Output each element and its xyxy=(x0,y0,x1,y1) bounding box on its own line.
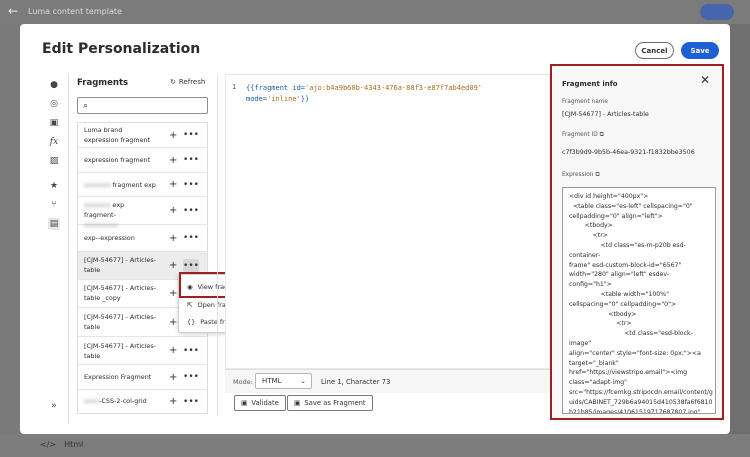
button-label: Save as Fragment xyxy=(304,399,366,407)
context-icon[interactable]: ▣ xyxy=(48,117,60,129)
divider xyxy=(217,74,218,416)
redacted-text: xxxxxxx xyxy=(84,181,111,189)
add-fragment-button[interactable]: + xyxy=(169,155,177,166)
search-icon: ⌕ xyxy=(83,100,89,111)
fragment-label: -CSS-2-col-grid xyxy=(99,397,147,405)
code-content[interactable]: {{fragment id='ajo:b4a9b60b-4343-476a-88… xyxy=(246,83,536,105)
highlight-box xyxy=(550,64,724,420)
image-icon[interactable]: ▨ xyxy=(48,155,60,167)
fragment-label: Luma brand expression fragment xyxy=(84,126,151,144)
code-editor[interactable]: 1 {{fragment id='ajo:b4a9b60b-4343-476a-… xyxy=(225,74,550,369)
fragment-icon[interactable]: ▤ xyxy=(48,218,60,230)
profile-icon[interactable]: ● xyxy=(48,79,60,91)
more-actions-button[interactable]: ••• xyxy=(183,178,199,191)
more-actions-button[interactable]: ••• xyxy=(183,371,199,384)
dialog-title: Edit Personalization xyxy=(42,41,201,57)
chevron-down-icon: ⌄ xyxy=(300,377,306,385)
add-fragment-button[interactable]: + xyxy=(169,233,177,244)
add-fragment-button[interactable]: + xyxy=(169,372,177,383)
more-actions-button[interactable]: ••• xyxy=(183,232,199,245)
more-actions-button[interactable]: ••• xyxy=(183,395,199,408)
list-item[interactable]: expression fragment + ••• xyxy=(78,148,207,173)
add-fragment-button[interactable]: + xyxy=(169,205,177,216)
open-icon: ⇱ xyxy=(187,301,193,309)
background-sidebar xyxy=(0,24,22,434)
fragment-search-input[interactable]: ⌕ xyxy=(77,97,208,114)
fragment-label: [CJM-54677] - Articles-table _copy xyxy=(84,284,156,302)
add-fragment-button[interactable]: + xyxy=(169,288,177,299)
cursor-position: Line 1, Character 73 xyxy=(321,378,391,386)
add-fragment-button[interactable]: + xyxy=(169,260,177,271)
mode-value: HTML xyxy=(262,377,282,385)
list-item[interactable]: Luma brand expression fragment + ••• xyxy=(78,123,207,148)
add-fragment-button[interactable]: + xyxy=(169,396,177,407)
redacted-text: xxxx xyxy=(84,397,100,405)
refresh-button[interactable]: ↻ Refresh xyxy=(170,78,205,86)
background-html-item: Html xyxy=(64,440,84,449)
code-token: mode= xyxy=(246,95,268,103)
code-token: 'ajo:b4a9b60b-4343-476a-88f3-e87f7ab4ed0… xyxy=(305,84,483,92)
list-item[interactable]: [CJM-54677] - Articles-table + ••• xyxy=(78,337,207,365)
code-token: {{fragment id= xyxy=(246,84,306,92)
line-number: 1 xyxy=(232,83,237,91)
divider xyxy=(68,74,69,424)
save-fragment-icon: ▣ xyxy=(294,399,301,407)
add-fragment-button[interactable]: + xyxy=(169,179,177,190)
list-item[interactable]: Expression Fragment + ••• xyxy=(78,365,207,390)
braces-icon: {} xyxy=(187,318,196,326)
function-icon[interactable]: fx xyxy=(48,136,60,148)
back-arrow-icon: ← xyxy=(8,4,19,18)
cancel-button[interactable]: Cancel xyxy=(635,42,674,59)
more-actions-button[interactable]: ••• xyxy=(183,344,199,357)
fragment-label: [CJM-54677] - Articles-table xyxy=(84,256,156,274)
category-rail: ● ◎ ▣ fx ▨ ★ ⑂ ▤ » xyxy=(46,74,64,424)
fragments-heading: Fragments xyxy=(77,78,129,88)
more-actions-button[interactable]: ••• xyxy=(183,154,199,167)
refresh-label: Refresh xyxy=(178,78,206,86)
more-actions-button[interactable]: ••• xyxy=(183,259,199,272)
mode-label: Mode: xyxy=(233,378,253,386)
more-actions-button[interactable]: ••• xyxy=(183,129,199,142)
list-item[interactable]: xxxxxxx exp fragment-xxxxxxxxx + ••• xyxy=(78,197,207,229)
button-label: Validate xyxy=(251,399,279,407)
add-fragment-button[interactable]: + xyxy=(169,130,177,141)
edit-personalization-dialog: Edit Personalization Cancel Save ● ◎ ▣ f… xyxy=(20,24,730,434)
fragment-list: Luma brand expression fragment + ••• exp… xyxy=(77,122,208,414)
expand-rail-icon[interactable]: » xyxy=(48,400,60,412)
favorite-icon[interactable]: ★ xyxy=(48,180,60,192)
add-fragment-button[interactable]: + xyxy=(169,317,177,328)
list-item[interactable]: xxxxxxx fragment exp + ••• xyxy=(78,173,207,197)
offers-icon[interactable]: ◎ xyxy=(48,98,60,110)
save-as-fragment-button[interactable]: ▣ Save as Fragment xyxy=(287,395,373,411)
code-icon: </> xyxy=(40,440,57,449)
add-fragment-button[interactable]: + xyxy=(169,345,177,356)
validate-icon: ▣ xyxy=(241,399,248,407)
code-token: }} xyxy=(300,95,310,103)
fragment-label: fragment exp xyxy=(112,181,156,189)
fragment-label: expression fragment xyxy=(84,156,151,164)
background-window-title: Luma content template xyxy=(28,7,122,16)
refresh-icon: ↻ xyxy=(170,78,176,86)
background-bottom-bar: </> Html xyxy=(0,434,750,457)
editor-status-bar: Mode: HTML ⌄ Line 1, Character 73 xyxy=(225,369,550,393)
more-actions-button[interactable]: ••• xyxy=(183,204,199,217)
decision-icon[interactable]: ⑂ xyxy=(48,199,60,211)
code-token: 'inline' xyxy=(267,95,301,103)
list-item[interactable]: exp--expression + ••• xyxy=(78,225,207,252)
fragment-label: [CJM-54677] - Articles-table xyxy=(84,313,156,331)
background-toolbar: ← Luma content template xyxy=(0,0,750,24)
save-button[interactable]: Save xyxy=(681,42,719,59)
mode-select[interactable]: HTML ⌄ xyxy=(255,373,312,389)
fragment-label: Expression Fragment xyxy=(84,373,152,381)
fragment-label: exp--expression xyxy=(84,234,135,242)
validate-button[interactable]: ▣ Validate xyxy=(234,395,286,411)
background-save-button xyxy=(700,4,734,20)
redacted-text: xxxxxxx xyxy=(84,201,111,209)
list-item[interactable]: xxxx-CSS-2-col-grid + ••• xyxy=(78,390,207,413)
fragment-label: [CJM-54677] - Articles-table xyxy=(84,342,156,360)
